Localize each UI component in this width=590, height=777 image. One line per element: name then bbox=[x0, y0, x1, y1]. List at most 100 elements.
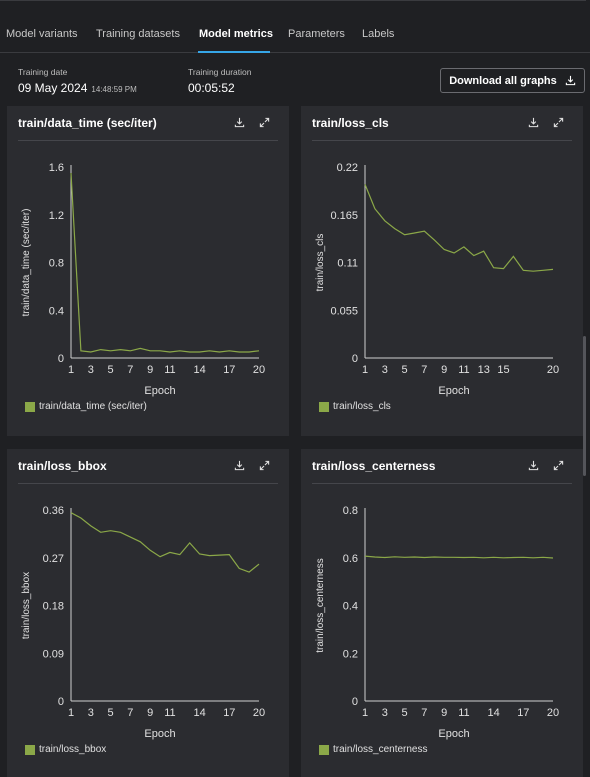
y-tick-label: 1.6 bbox=[49, 162, 64, 174]
series-line bbox=[70, 512, 260, 573]
x-tick-label: 20 bbox=[253, 707, 265, 719]
y-axis-label: train/loss_bbox bbox=[21, 572, 32, 639]
x-tick-label: 14 bbox=[194, 707, 206, 719]
x-tick-label: 7 bbox=[127, 707, 133, 719]
x-tick-label: 5 bbox=[402, 707, 408, 719]
active-tab-indicator bbox=[198, 51, 270, 53]
legend-label: train/loss_centerness bbox=[333, 744, 428, 755]
legend-label: train/loss_cls bbox=[333, 401, 391, 412]
y-tick-label: 0 bbox=[58, 353, 64, 365]
y-tick-label: 0 bbox=[58, 696, 64, 708]
chart-svg: 0 0.09 0.18 0.27 0.36 1 3 5 7 9 11 14 17 20 Epoch train… bbox=[21, 505, 265, 740]
chart-svg: 00.0550.110.1650.221 3 5 7 9 11 13 15 20Epochtra… bbox=[315, 162, 559, 397]
x-tick-label: 9 bbox=[441, 707, 447, 719]
x-tick-label: 9 bbox=[147, 707, 153, 719]
legend-swatch bbox=[319, 401, 329, 412]
y-tick-label: 0.36 bbox=[43, 505, 64, 517]
top-divider bbox=[0, 0, 586, 1]
x-tick-label: 14 bbox=[488, 707, 500, 719]
x-tick-label: 11 bbox=[164, 364, 175, 376]
chart-card-loss-cls: train/loss_cls 0 0.055 0.11 0.165 0.22 1 3 5 7 9 11… bbox=[301, 106, 583, 436]
x-tick-label: 20 bbox=[253, 364, 265, 376]
x-tick-label: 5 bbox=[402, 364, 408, 376]
y-tick-label: 0.18 bbox=[43, 601, 64, 613]
y-tick-label: 0.11 bbox=[337, 258, 358, 270]
y-tick-label: 0.2 bbox=[343, 648, 358, 660]
x-tick-label: 1 bbox=[68, 364, 74, 376]
chart-svg: 0 0.4 0.8 1.2 1.6 1 3 5 7 9 11 14 17 20 Epoch train/dat… bbox=[21, 162, 265, 397]
y-tick-label: 0.09 bbox=[43, 648, 64, 660]
legend-swatch bbox=[319, 744, 329, 755]
x-tick-label: 3 bbox=[88, 707, 94, 719]
x-tick-label: 7 bbox=[421, 707, 427, 719]
legend-swatch bbox=[25, 744, 35, 755]
series-line bbox=[364, 555, 554, 559]
x-tick-label: 1 bbox=[362, 707, 368, 719]
x-tick-label: 7 bbox=[127, 364, 133, 376]
x-tick-label: 15 bbox=[497, 364, 509, 376]
x-tick-label: 9 bbox=[147, 364, 153, 376]
y-tick-label: 0.8 bbox=[49, 258, 64, 270]
x-tick-label: 20 bbox=[547, 707, 559, 719]
y-axis-label: train/loss_cls bbox=[315, 234, 326, 292]
chart-card-loss-bbox: train/loss_bbox 0 0.09 0.18 0.27 0.36 1 3 5 7 9 11 1… bbox=[7, 449, 289, 777]
y-tick-label: 0.22 bbox=[337, 162, 358, 174]
y-tick-label: 0.4 bbox=[343, 601, 358, 613]
x-tick-label: 20 bbox=[547, 364, 559, 376]
series-line bbox=[364, 184, 554, 272]
x-tick-label: 11 bbox=[164, 707, 175, 719]
y-tick-label: 0.165 bbox=[330, 210, 358, 222]
chart-legend: train/loss_bbox bbox=[25, 744, 106, 755]
y-tick-label: 1.2 bbox=[49, 210, 64, 222]
x-tick-label: 17 bbox=[223, 364, 235, 376]
x-tick-label: 14 bbox=[194, 364, 206, 376]
y-tick-label: 0.4 bbox=[49, 305, 64, 317]
chart-legend: train/loss_cls bbox=[319, 401, 391, 412]
x-tick-label: 5 bbox=[108, 364, 114, 376]
x-tick-label: 17 bbox=[223, 707, 235, 719]
y-axis-label: train/data_time (sec/iter) bbox=[21, 209, 32, 317]
x-tick-label: 3 bbox=[382, 707, 388, 719]
y-tick-label: 0 bbox=[352, 353, 358, 365]
tab-parameters[interactable]: Parameters bbox=[288, 28, 345, 40]
x-axis-label: Epoch bbox=[144, 385, 175, 397]
training-date-value: 09 May 2024 14:48:59 PM bbox=[18, 81, 137, 95]
download-icon bbox=[565, 75, 575, 86]
legend-swatch bbox=[25, 401, 35, 412]
page-scrollbar[interactable] bbox=[583, 336, 586, 476]
x-tick-label: 3 bbox=[88, 364, 94, 376]
y-tick-label: 0.6 bbox=[343, 553, 358, 565]
y-tick-label: 0.27 bbox=[43, 553, 64, 565]
x-tick-label: 9 bbox=[441, 364, 447, 376]
x-axis-label: Epoch bbox=[144, 728, 175, 740]
download-all-graphs-button[interactable]: Download all graphs bbox=[440, 68, 585, 93]
tab-training-datasets[interactable]: Training datasets bbox=[96, 28, 180, 40]
legend-label: train/data_time (sec/iter) bbox=[39, 401, 147, 412]
x-tick-label: 3 bbox=[382, 364, 388, 376]
download-all-label: Download all graphs bbox=[449, 74, 557, 87]
y-tick-label: 0.8 bbox=[343, 505, 358, 517]
x-tick-label: 1 bbox=[68, 707, 74, 719]
x-tick-label: 17 bbox=[517, 707, 529, 719]
tab-model-variants[interactable]: Model variants bbox=[6, 28, 78, 40]
training-duration-value: 00:05:52 bbox=[188, 81, 235, 95]
training-duration-label: Training duration bbox=[188, 67, 252, 77]
metrics-tab-bar: Model variants Training datasets Model m… bbox=[0, 0, 590, 53]
chart-card-loss-centerness: train/loss_centerness 0 0.2 0.4 0.6 0.8 1 3 5 7 9 1… bbox=[301, 449, 583, 777]
x-axis-label: Epoch bbox=[438, 385, 469, 397]
series-line bbox=[70, 172, 260, 353]
chart-svg: 0 0.2 0.4 0.6 0.8 1 3 5 7 9 11 14 17 20 Epoch train/los… bbox=[315, 505, 559, 740]
chart-card-data-time: train/data_time (sec/iter) 0 0.4 0.8 1.2 1.6 1… bbox=[7, 106, 289, 436]
legend-label: train/loss_bbox bbox=[39, 744, 107, 755]
training-date: 09 May 2024 bbox=[18, 81, 88, 95]
training-time: 14:48:59 PM bbox=[91, 85, 137, 94]
x-tick-label: 13 bbox=[478, 364, 490, 376]
tab-labels[interactable]: Labels bbox=[362, 28, 394, 40]
training-date-label: Training date bbox=[18, 67, 68, 77]
tab-model-metrics[interactable]: Model metrics bbox=[199, 28, 273, 40]
x-tick-label: 11 bbox=[458, 364, 469, 376]
x-tick-label: 5 bbox=[108, 707, 114, 719]
x-tick-label: 7 bbox=[421, 364, 427, 376]
y-axis-label: train/loss_centerness bbox=[315, 558, 326, 653]
x-axis-label: Epoch bbox=[438, 728, 469, 740]
